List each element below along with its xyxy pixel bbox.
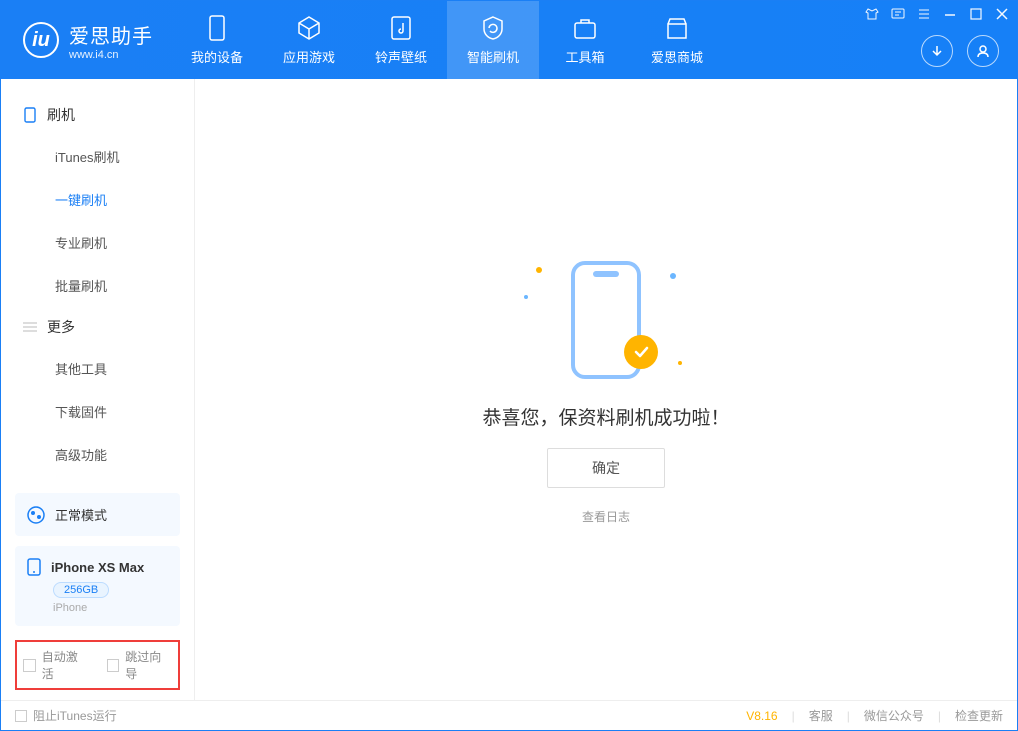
- list-icon: [23, 320, 37, 334]
- sidebar-item-other-tools[interactable]: 其他工具: [1, 347, 194, 390]
- checkbox-box-icon: [15, 710, 27, 722]
- checkbox-auto-activate[interactable]: 自动激活: [23, 648, 89, 682]
- device-icon: [27, 558, 41, 576]
- statusbar-right: V8.16 | 客服 | 微信公众号 | 检查更新: [746, 707, 1003, 724]
- phone-outline-icon: [23, 108, 37, 122]
- tab-apps-games[interactable]: 应用游戏: [263, 1, 355, 79]
- decor-dot-icon: [670, 273, 676, 279]
- download-button[interactable]: [921, 35, 953, 67]
- sidebar-item-itunes-flash[interactable]: iTunes刷机: [1, 135, 194, 178]
- sidebar-section-flash: 刷机: [1, 95, 194, 135]
- sidebar-section-more: 更多: [1, 307, 194, 347]
- device-capacity: 256GB: [53, 582, 109, 598]
- phone-icon: [204, 15, 230, 41]
- separator: |: [938, 709, 941, 723]
- highlight-checkbox-row: 自动激活 跳过向导: [15, 640, 180, 690]
- device-type: iPhone: [53, 602, 168, 614]
- section-title: 刷机: [47, 105, 75, 125]
- section-title: 更多: [47, 317, 75, 337]
- window-controls: [865, 7, 1009, 21]
- sidebar-item-advanced[interactable]: 高级功能: [1, 433, 194, 476]
- close-icon[interactable]: [995, 7, 1009, 21]
- tab-my-device[interactable]: 我的设备: [171, 1, 263, 79]
- store-icon: [664, 15, 690, 41]
- mode-label: 正常模式: [55, 505, 107, 524]
- tab-smart-flash[interactable]: 智能刷机: [447, 1, 539, 79]
- checkbox-box-icon: [107, 659, 120, 672]
- sidebar-item-batch-flash[interactable]: 批量刷机: [1, 264, 194, 307]
- logo-block: iu 爱思助手 www.i4.cn: [1, 20, 171, 61]
- decor-dot-icon: [536, 267, 542, 273]
- mode-icon: [27, 506, 45, 524]
- checkbox-skip-guide[interactable]: 跳过向导: [107, 648, 173, 682]
- view-log-link[interactable]: 查看日志: [582, 508, 630, 525]
- app-name: 爱思助手: [69, 20, 153, 49]
- sidebar-bottom: 正常模式 iPhone XS Max 256GB iPhone 自动激活 跳过向…: [1, 483, 194, 700]
- tab-label: 我的设备: [191, 47, 243, 66]
- menu-icon[interactable]: [917, 7, 931, 21]
- header-bar: iu 爱思助手 www.i4.cn 我的设备 应用游戏 铃声壁纸 智能刷机 工具…: [1, 1, 1017, 79]
- minimize-icon[interactable]: [943, 7, 957, 21]
- tab-toolbox[interactable]: 工具箱: [539, 1, 631, 79]
- maximize-icon[interactable]: [969, 7, 983, 21]
- separator: |: [792, 709, 795, 723]
- version-label: V8.16: [746, 709, 777, 723]
- link-support[interactable]: 客服: [809, 707, 833, 724]
- main-content: 恭喜您，保资料刷机成功啦！ 确定 查看日志: [195, 79, 1017, 700]
- checkbox-label: 跳过向导: [125, 648, 172, 682]
- tab-label: 智能刷机: [467, 47, 519, 66]
- body-area: 刷机 iTunes刷机 一键刷机 专业刷机 批量刷机 更多 其他工具 下载固件 …: [1, 79, 1017, 700]
- sidebar-item-pro-flash[interactable]: 专业刷机: [1, 221, 194, 264]
- checkbox-label: 阻止iTunes运行: [33, 707, 117, 724]
- status-bar: 阻止iTunes运行 V8.16 | 客服 | 微信公众号 | 检查更新: [1, 700, 1017, 730]
- sidebar-item-oneclick-flash[interactable]: 一键刷机: [1, 178, 194, 221]
- cube-icon: [296, 15, 322, 41]
- success-illustration: [506, 255, 706, 385]
- separator: |: [847, 709, 850, 723]
- briefcase-icon: [572, 15, 598, 41]
- checkbox-label: 自动激活: [42, 648, 89, 682]
- link-check-update[interactable]: 检查更新: [955, 707, 1003, 724]
- mode-card[interactable]: 正常模式: [15, 493, 180, 536]
- header-extra-buttons: [921, 35, 999, 67]
- tab-store[interactable]: 爱思商城: [631, 1, 723, 79]
- decor-dot-icon: [678, 361, 682, 365]
- device-card[interactable]: iPhone XS Max 256GB iPhone: [15, 546, 180, 626]
- checkbox-block-itunes[interactable]: 阻止iTunes运行: [15, 707, 117, 724]
- app-url: www.i4.cn: [69, 49, 153, 61]
- device-name: iPhone XS Max: [51, 560, 144, 575]
- tab-label: 工具箱: [565, 47, 604, 66]
- refresh-shield-icon: [480, 15, 506, 41]
- music-file-icon: [388, 15, 414, 41]
- checkbox-box-icon: [23, 659, 36, 672]
- feedback-icon[interactable]: [891, 7, 905, 21]
- nav-tabs: 我的设备 应用游戏 铃声壁纸 智能刷机 工具箱 爱思商城: [171, 1, 723, 79]
- tab-label: 铃声壁纸: [375, 47, 427, 66]
- shirt-icon[interactable]: [865, 7, 879, 21]
- link-wechat[interactable]: 微信公众号: [864, 707, 924, 724]
- sidebar: 刷机 iTunes刷机 一键刷机 专业刷机 批量刷机 更多 其他工具 下载固件 …: [1, 79, 195, 700]
- success-message: 恭喜您，保资料刷机成功啦！: [482, 403, 729, 430]
- user-profile-button[interactable]: [967, 35, 999, 67]
- sidebar-item-download-firmware[interactable]: 下载固件: [1, 390, 194, 433]
- logo-text: 爱思助手 www.i4.cn: [69, 20, 153, 61]
- tab-label: 应用游戏: [283, 47, 335, 66]
- logo-icon: iu: [23, 22, 59, 58]
- check-badge-icon: [624, 335, 658, 369]
- tab-label: 爱思商城: [651, 47, 703, 66]
- ok-button[interactable]: 确定: [547, 448, 665, 488]
- decor-dot-icon: [524, 295, 528, 299]
- tab-ringtones-wallpapers[interactable]: 铃声壁纸: [355, 1, 447, 79]
